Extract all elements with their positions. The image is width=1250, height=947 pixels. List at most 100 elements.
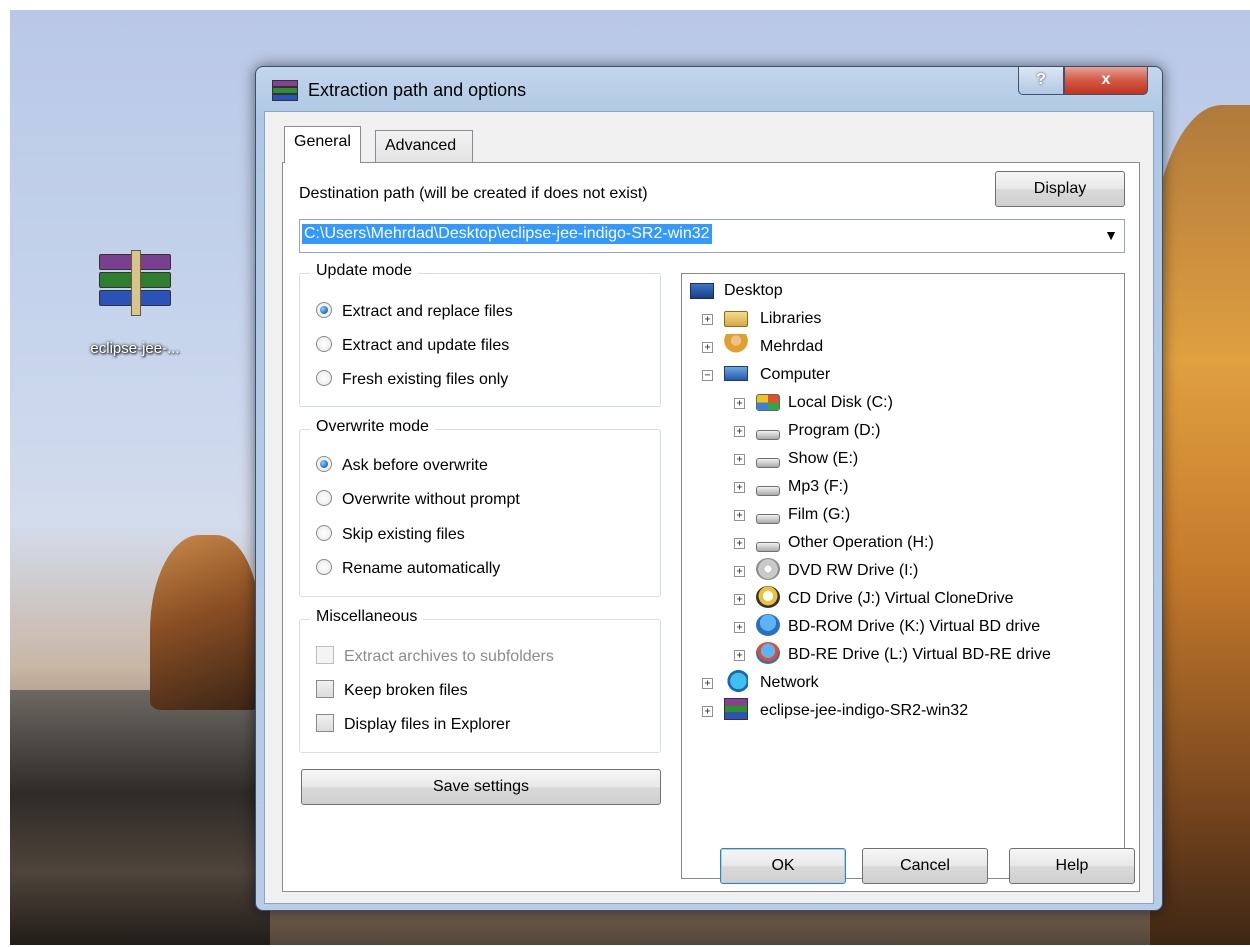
tree-node-label: BD-ROM Drive (K:) Virtual BD drive bbox=[788, 618, 1041, 635]
radio-extract-update[interactable]: Extract and update files bbox=[316, 336, 509, 355]
tab-general[interactable]: General bbox=[284, 126, 361, 163]
expand-icon[interactable]: + bbox=[734, 650, 745, 661]
tree-node-drive-j[interactable]: + CD Drive (J:) Virtual CloneDrive bbox=[724, 586, 1104, 612]
miscellaneous-group: Miscellaneous Extract archives to subfol… bbox=[299, 608, 661, 753]
tree-node-eclipse-archive[interactable]: + eclipse-jee-indigo-SR2-win32 bbox=[690, 698, 1090, 724]
hard-drive-icon bbox=[756, 542, 780, 552]
checkbox-display-in-explorer[interactable]: Display files in Explorer bbox=[316, 714, 510, 734]
tree-node-label: Other Operation (H:) bbox=[788, 534, 934, 551]
tree-node-drive-d[interactable]: + Program (D:) bbox=[724, 418, 1104, 444]
radio-button-selected[interactable] bbox=[316, 302, 332, 318]
expand-icon[interactable]: + bbox=[734, 426, 745, 437]
bd-rom-icon bbox=[756, 614, 780, 636]
destination-path-value[interactable]: C:\Users\Mehrdad\Desktop\eclipse-jee-ind… bbox=[302, 224, 712, 244]
tree-node-network[interactable]: + Network bbox=[690, 670, 890, 696]
radio-fresh-existing[interactable]: Fresh existing files only bbox=[316, 370, 508, 389]
radio-button[interactable] bbox=[316, 525, 332, 541]
overwrite-mode-title: Overwrite mode bbox=[310, 418, 435, 436]
desktop-icon bbox=[690, 283, 714, 299]
tree-node-drive-g[interactable]: + Film (G:) bbox=[724, 502, 1104, 528]
bd-re-icon bbox=[756, 642, 780, 664]
radio-button[interactable] bbox=[316, 490, 332, 506]
tree-node-label: Local Disk (C:) bbox=[788, 394, 893, 411]
checkbox[interactable] bbox=[316, 680, 334, 698]
expand-icon[interactable]: + bbox=[734, 510, 745, 521]
checkbox[interactable] bbox=[316, 714, 334, 732]
dialog-client-area: General Advanced Destination path (will … bbox=[264, 111, 1154, 904]
option-label: Extract and replace files bbox=[342, 303, 513, 320]
option-label: Fresh existing files only bbox=[342, 371, 509, 388]
tree-node-label: Film (G:) bbox=[788, 506, 851, 523]
tree-node-drive-e[interactable]: + Show (E:) bbox=[724, 446, 1104, 472]
dvd-drive-icon bbox=[756, 558, 780, 580]
ok-button[interactable]: OK bbox=[720, 848, 846, 884]
tree-node-label: Program (D:) bbox=[788, 422, 881, 439]
chevron-down-icon[interactable]: ▼ bbox=[1104, 227, 1118, 243]
expand-icon[interactable]: + bbox=[702, 314, 713, 325]
tree-node-label: Mp3 (F:) bbox=[788, 478, 849, 495]
title-bar[interactable]: Extraction path and options ? x bbox=[256, 67, 1162, 111]
hard-drive-icon bbox=[756, 486, 780, 496]
tree-node-label: Desktop bbox=[724, 282, 783, 299]
expand-icon[interactable]: + bbox=[734, 594, 745, 605]
option-label: Extract archives to subfolders bbox=[344, 648, 554, 665]
expand-icon[interactable]: + bbox=[734, 398, 745, 409]
tree-node-drive-l[interactable]: + BD-RE Drive (L:) Virtual BD-RE drive bbox=[724, 642, 1114, 668]
radio-rename-automatically[interactable]: Rename automatically bbox=[316, 559, 500, 578]
tree-node-mehrdad[interactable]: + Mehrdad bbox=[690, 334, 890, 360]
expand-icon[interactable]: + bbox=[734, 566, 745, 577]
help-caption-button[interactable]: ? bbox=[1018, 67, 1064, 95]
expand-icon[interactable]: + bbox=[702, 342, 713, 353]
clonedrive-icon bbox=[756, 586, 780, 608]
save-settings-button[interactable]: Save settings bbox=[301, 769, 661, 805]
display-button[interactable]: Display bbox=[995, 171, 1125, 207]
expand-icon[interactable]: + bbox=[734, 482, 745, 493]
winrar-app-icon bbox=[272, 79, 298, 103]
radio-button[interactable] bbox=[316, 559, 332, 575]
expand-icon[interactable]: + bbox=[734, 622, 745, 633]
option-label: Overwrite without prompt bbox=[342, 491, 520, 508]
tree-node-label: eclipse-jee-indigo-SR2-win32 bbox=[760, 702, 969, 719]
winrar-archive-icon bbox=[724, 698, 748, 720]
extraction-dialog: Extraction path and options ? x General … bbox=[255, 66, 1163, 911]
expand-icon[interactable]: + bbox=[702, 678, 713, 689]
tree-node-drive-k[interactable]: + BD-ROM Drive (K:) Virtual BD drive bbox=[724, 614, 1104, 640]
expand-icon[interactable]: + bbox=[734, 454, 745, 465]
tree-node-computer[interactable]: − Computer bbox=[690, 362, 890, 388]
folder-tree[interactable]: Desktop + Libraries + Mehrdad − Computer bbox=[681, 273, 1125, 879]
option-label: Keep broken files bbox=[344, 682, 468, 699]
desktop-archive-shortcut[interactable]: eclipse-jee-... bbox=[60, 250, 210, 357]
tree-node-label: Computer bbox=[760, 366, 831, 383]
hard-drive-icon bbox=[756, 514, 780, 524]
checkbox-keep-broken-files[interactable]: Keep broken files bbox=[316, 680, 468, 700]
radio-ask-before-overwrite[interactable]: Ask before overwrite bbox=[316, 456, 488, 475]
update-mode-group: Update mode Extract and replace files Ex… bbox=[299, 262, 661, 407]
expand-icon[interactable]: + bbox=[702, 706, 713, 717]
windows-drive-icon bbox=[756, 394, 780, 411]
tree-node-drive-h[interactable]: + Other Operation (H:) bbox=[724, 530, 1104, 556]
wallpaper-cliff bbox=[1150, 105, 1250, 945]
cancel-button[interactable]: Cancel bbox=[862, 848, 988, 884]
tree-node-drive-f[interactable]: + Mp3 (F:) bbox=[724, 474, 1104, 500]
expand-icon[interactable]: + bbox=[734, 538, 745, 549]
destination-path-label: Destination path (will be created if doe… bbox=[299, 185, 648, 202]
tree-node-label: Show (E:) bbox=[788, 450, 859, 467]
tab-advanced[interactable]: Advanced bbox=[375, 130, 473, 162]
checkbox-extract-to-subfolders: Extract archives to subfolders bbox=[316, 646, 554, 666]
tree-node-drive-i[interactable]: + DVD RW Drive (I:) bbox=[724, 558, 1104, 584]
tree-node-drive-c[interactable]: + Local Disk (C:) bbox=[724, 390, 1104, 416]
collapse-icon[interactable]: − bbox=[702, 370, 713, 381]
option-label: Skip existing files bbox=[342, 526, 465, 543]
close-button[interactable]: x bbox=[1064, 67, 1148, 95]
radio-extract-replace[interactable]: Extract and replace files bbox=[316, 302, 513, 321]
option-label: Extract and update files bbox=[342, 337, 510, 354]
tree-node-libraries[interactable]: + Libraries bbox=[690, 306, 890, 332]
radio-overwrite-without-prompt[interactable]: Overwrite without prompt bbox=[316, 490, 520, 509]
radio-button-selected[interactable] bbox=[316, 456, 332, 472]
libraries-icon bbox=[724, 311, 748, 327]
radio-button[interactable] bbox=[316, 370, 332, 386]
destination-path-combobox[interactable]: C:\Users\Mehrdad\Desktop\eclipse-jee-ind… bbox=[299, 219, 1125, 253]
radio-button[interactable] bbox=[316, 336, 332, 352]
help-button[interactable]: Help bbox=[1009, 848, 1135, 884]
radio-skip-existing[interactable]: Skip existing files bbox=[316, 525, 465, 544]
